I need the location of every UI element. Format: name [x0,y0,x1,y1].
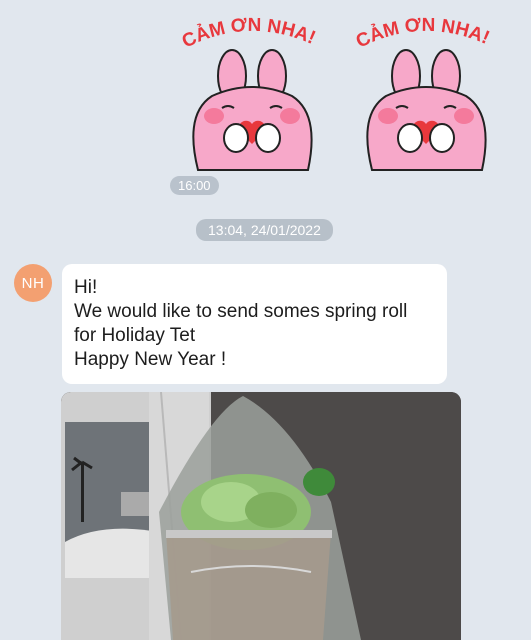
message-line: Hi! [74,277,98,298]
message-line: Happy New Year ! [74,349,227,370]
bunny-heart-sticker-icon: CẢM ƠN NHA! [353,15,493,171]
sticker-thank-you-2[interactable]: CẢM ƠN NHA! [346,4,506,176]
date-separator: 13:04, 24/01/2022 [196,219,333,241]
sticker-timestamp: 16:00 [170,176,219,195]
spring-roll-photo-icon [61,392,461,640]
message-line: We would like to send somes spring roll [74,301,408,322]
sticker-caption: CẢM ƠN NHA! [353,15,493,53]
bunny-heart-sticker-icon: CẢM ƠN NHA! [179,15,319,171]
message-line: for Holiday Tet [74,325,196,346]
sticker-caption: CẢM ƠN NHA! [179,15,319,53]
message-bubble[interactable]: Hi! We would like to send somes spring r… [62,264,447,384]
sticker-thank-you-1[interactable]: CẢM ƠN NHA! [172,4,332,176]
photo-message[interactable] [61,392,461,640]
avatar[interactable]: NH [14,264,52,302]
avatar-initials: NH [21,274,45,292]
